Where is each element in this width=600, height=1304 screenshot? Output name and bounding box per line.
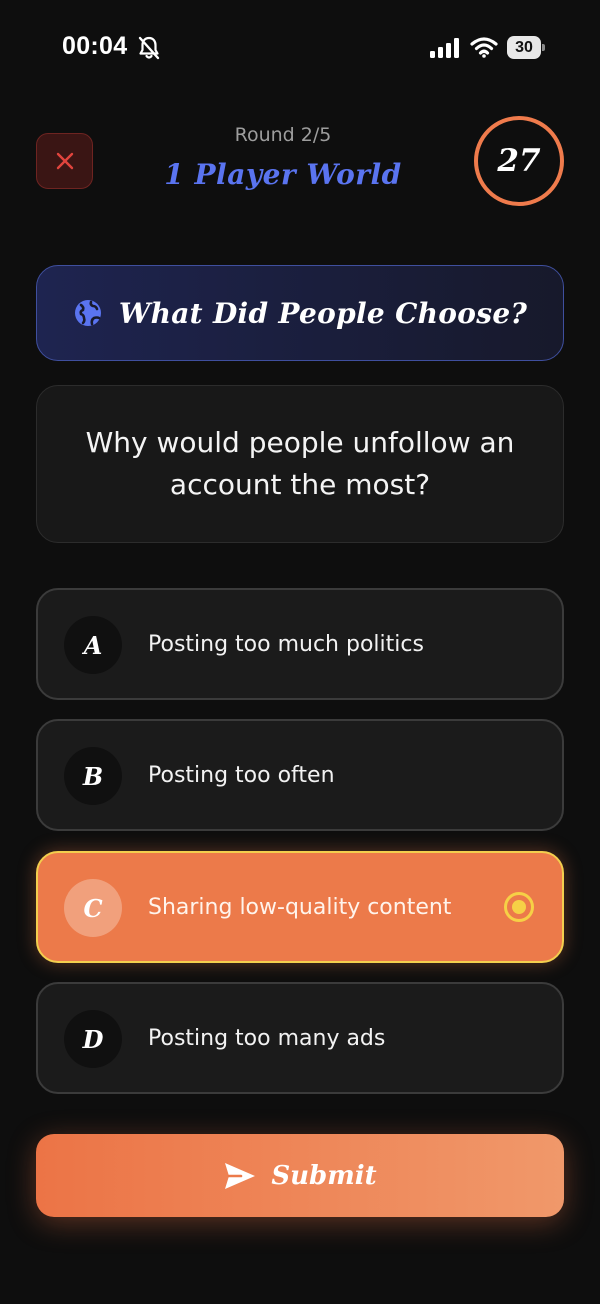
- category-banner: What Did People Choose?: [36, 265, 564, 361]
- option-label: Posting too many ads: [148, 1025, 386, 1051]
- globe-icon: [74, 300, 101, 326]
- status-time: 00:04: [62, 32, 128, 60]
- option-letter: B: [64, 747, 122, 805]
- option-label: Posting too much politics: [148, 631, 424, 657]
- battery-level: 30: [507, 36, 541, 59]
- countdown-timer: 27: [474, 116, 564, 206]
- status-bar: 00:04 30: [0, 0, 600, 96]
- option-letter: C: [64, 879, 122, 937]
- bell-off-icon: [138, 36, 160, 60]
- battery-tip: [542, 44, 545, 51]
- submit-label: Submit: [271, 1160, 377, 1191]
- category-title: What Did People Choose?: [118, 296, 528, 330]
- option-letter: A: [64, 616, 122, 674]
- answer-option-c[interactable]: C Sharing low-quality content: [36, 851, 564, 963]
- option-label: Sharing low-quality content: [148, 894, 452, 920]
- option-label: Posting too often: [148, 762, 335, 788]
- submit-button[interactable]: Submit: [36, 1134, 564, 1217]
- radio-dot: [512, 900, 526, 914]
- answer-option-d[interactable]: D Posting too many ads: [36, 982, 564, 1094]
- selected-radio-icon: [504, 892, 534, 922]
- battery-indicator: 30: [507, 36, 545, 59]
- question-card: Why would people unfollow an account the…: [36, 385, 564, 543]
- wifi-icon: [470, 37, 498, 58]
- send-icon: [225, 1162, 256, 1189]
- answer-option-a[interactable]: A Posting too much politics: [36, 588, 564, 700]
- option-letter: D: [64, 1010, 122, 1068]
- question-text: Why would people unfollow an account the…: [85, 426, 515, 501]
- answer-option-b[interactable]: B Posting too often: [36, 719, 564, 831]
- cellular-signal-icon: [430, 38, 459, 58]
- quiz-screen: 00:04 30 Round 2/5 1 Player World 27 Wha…: [0, 0, 600, 1304]
